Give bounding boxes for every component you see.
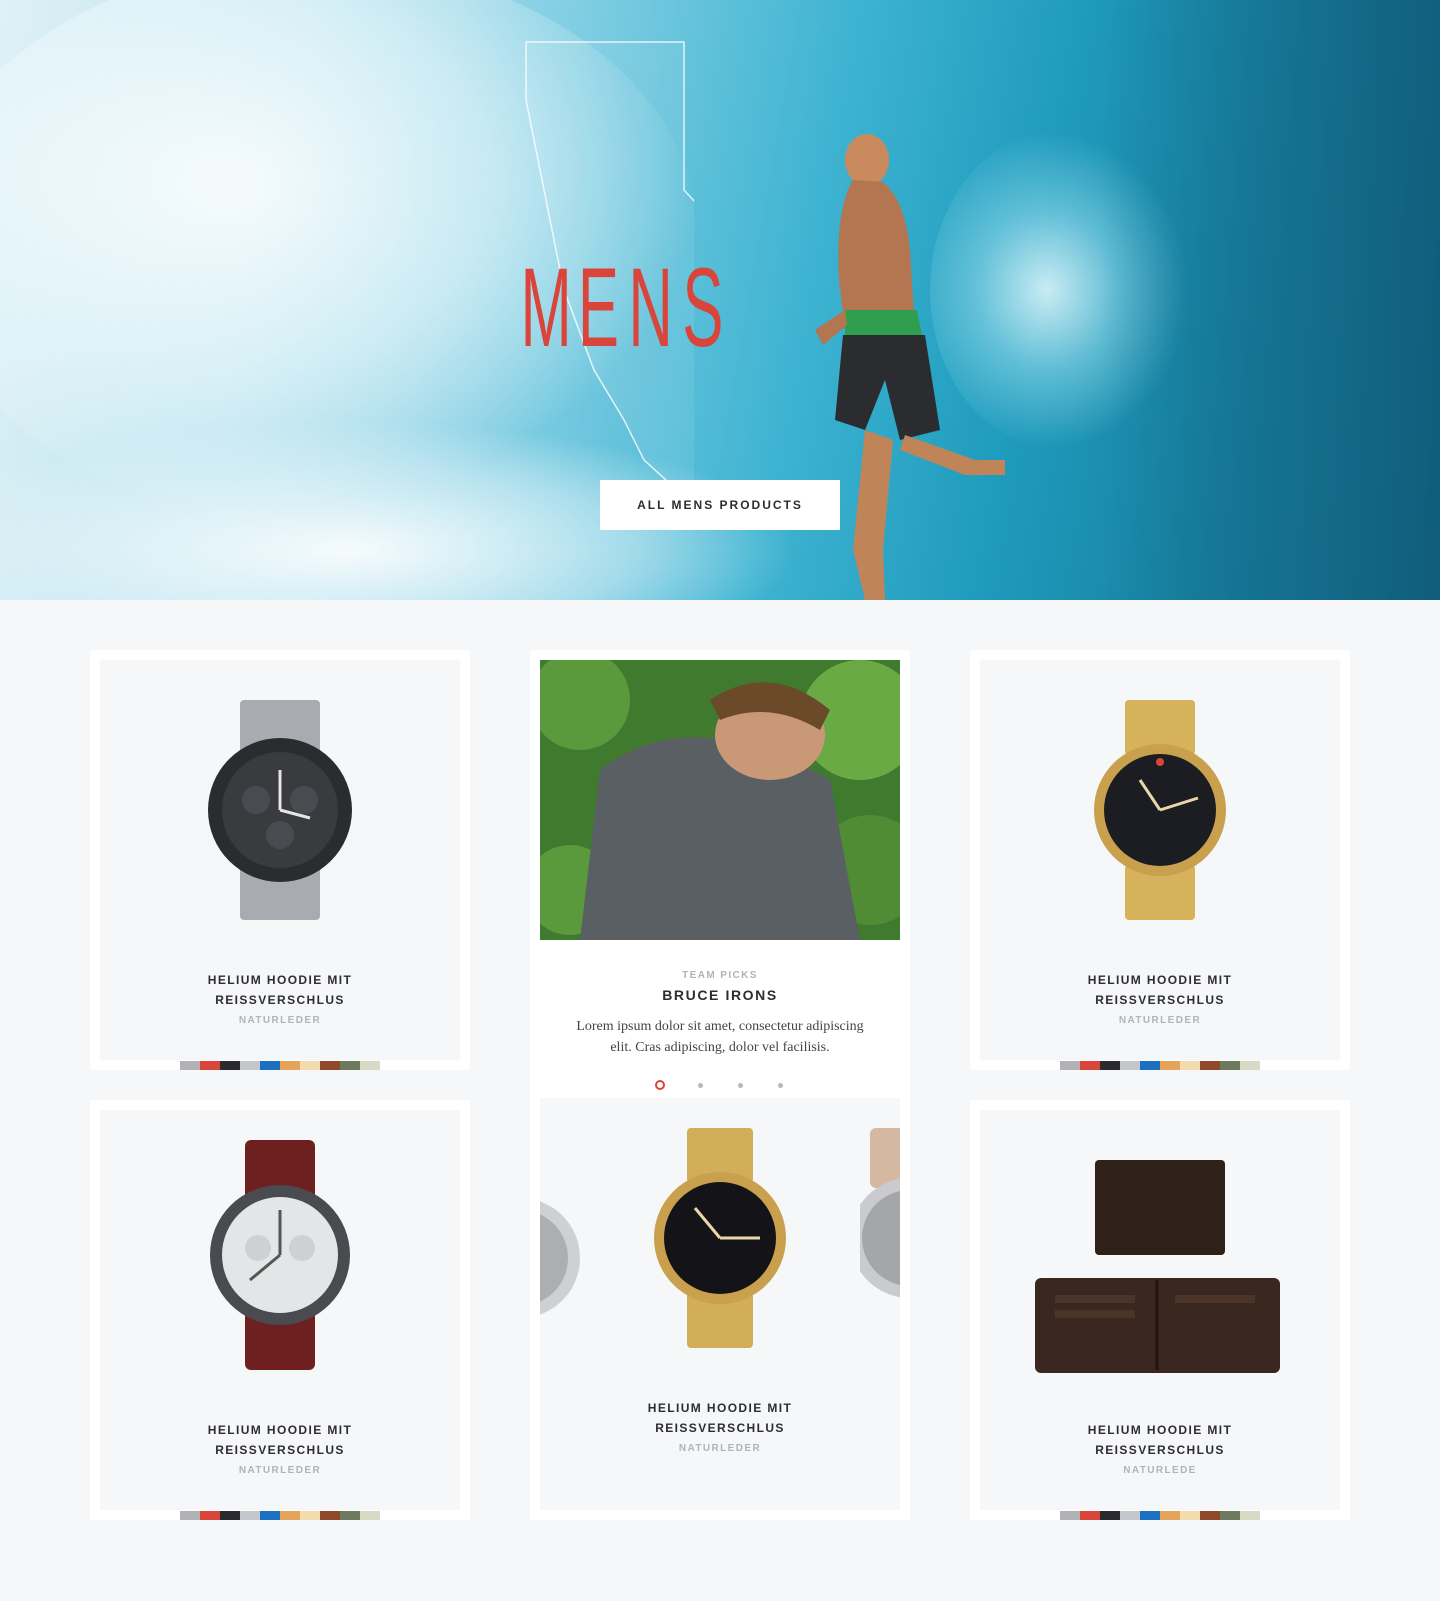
product-title-line: REISSVERSCHLUS [1095,993,1225,1007]
color-swatch[interactable] [320,1061,340,1070]
color-swatch[interactable] [1140,1511,1160,1520]
color-swatch[interactable] [260,1511,280,1520]
color-swatch[interactable] [1120,1511,1140,1520]
product-material: NATURLEDER [678,1443,762,1454]
product-card[interactable]: HELIUM HOODIE MIT REISSVERSCHLUS NATURLE… [90,650,470,1070]
color-swatches [1060,1511,1260,1520]
product-card[interactable]: HELIUM HOODIE MIT REISSVERSCHLUS NATURLE… [970,650,1350,1070]
color-swatch[interactable] [1060,1061,1080,1070]
color-swatch[interactable] [1200,1511,1220,1520]
gold-sentry-watch-image [654,1128,786,1348]
product-material: NATURLEDE [1123,1465,1197,1476]
color-swatch[interactable] [200,1061,220,1070]
color-swatch[interactable] [1100,1061,1120,1070]
product-title-line: HELIUM HOODIE MIT [207,1423,353,1437]
color-swatch[interactable] [1120,1061,1140,1070]
product-title: HELIUM HOODIE MIT REISSVERSCHLUS [980,970,1340,1010]
product-title-line: HELIUM HOODIE MIT [1087,973,1233,987]
color-swatches [180,1061,380,1070]
color-swatch[interactable] [260,1061,280,1070]
product-card[interactable]: HELIUM HOODIE MIT REISSVERSCHLUS NATURLE… [90,1100,470,1520]
product-title: HELIUM HOODIE MIT REISSVERSCHLUS [100,970,460,1010]
product-title: HELIUM HOODIE MIT REISSVERSCHLUS [100,1420,460,1460]
color-swatches [1060,1061,1260,1070]
athlete-description: Lorem ipsum dolor sit amet, consectetur … [576,1019,864,1055]
carousel-dot[interactable] [695,1080,705,1090]
wave-shade [1100,0,1440,600]
carousel-dots [530,1080,910,1090]
color-swatch[interactable] [280,1061,300,1070]
leather-wallet-image [1035,1160,1280,1373]
product-title-line: REISSVERSCHLUS [1095,1443,1225,1457]
color-swatch[interactable] [340,1061,360,1070]
color-swatch[interactable] [360,1061,380,1070]
team-picks-photo [540,660,900,940]
product-title-line: REISSVERSCHLUS [215,993,345,1007]
color-swatch[interactable] [1160,1061,1180,1070]
color-swatch[interactable] [1160,1511,1180,1520]
color-swatch[interactable] [340,1511,360,1520]
product-card-inner: HELIUM HOODIE MIT REISSVERSCHLUS NATURLE… [980,660,1340,1060]
carousel-dot-active[interactable] [655,1080,665,1090]
athlete-name: BRUCE IRONS [662,987,778,1003]
hero-title-letter: M [520,244,572,370]
carousel-dot[interactable] [735,1080,745,1090]
color-swatch[interactable] [220,1061,240,1070]
color-swatches [180,1511,380,1520]
color-swatch[interactable] [300,1061,320,1070]
product-title: HELIUM HOODIE MIT REISSVERSCHLUS [980,1420,1340,1460]
product-card-inner: HELIUM HOODIE MIT REISSVERSCHLUS NATURLE… [980,1110,1340,1510]
color-swatch[interactable] [180,1061,200,1070]
color-swatch[interactable] [320,1511,340,1520]
color-swatch[interactable] [300,1511,320,1520]
color-swatch[interactable] [1180,1061,1200,1070]
color-swatch[interactable] [180,1511,200,1520]
product-title-line: HELIUM HOODIE MIT [207,973,353,987]
product-card-inner: HELIUM HOODIE MIT REISSVERSCHLUS NATURLE… [100,1110,460,1510]
color-swatch[interactable] [280,1511,300,1520]
leather-strap-chronograph-watch-image [210,1140,350,1370]
carousel-prev-watch-image [540,1201,580,1315]
color-swatch[interactable] [1080,1511,1100,1520]
color-swatch[interactable] [220,1511,240,1520]
hero-title-letter: S [682,244,724,370]
product-title-line: REISSVERSCHLUS [655,1421,785,1435]
color-swatch[interactable] [1060,1511,1080,1520]
gold-black-dial-watch-image [1094,700,1226,920]
color-swatch[interactable] [1240,1061,1260,1070]
hero-title: M E N S [520,245,729,370]
color-swatch[interactable] [1140,1061,1160,1070]
hero-banner: M E N S ALL MENS PRODUCTS [0,0,1440,600]
color-swatch[interactable] [1100,1511,1120,1520]
product-material: NATURLEDER [1118,1015,1202,1026]
carousel-dot[interactable] [775,1080,785,1090]
carousel-panel: HELIUM HOODIE MIT REISSVERSCHLUS NATURLE… [540,1098,900,1510]
color-swatch[interactable] [1220,1511,1240,1520]
color-swatch[interactable] [1180,1511,1200,1520]
color-swatch[interactable] [240,1061,260,1070]
product-material: NATURLEDER [238,1015,322,1026]
color-swatch[interactable] [200,1511,220,1520]
color-swatch[interactable] [1200,1061,1220,1070]
color-swatch[interactable] [1080,1061,1100,1070]
steel-chronograph-watch-image [208,700,352,920]
product-title-line: REISSVERSCHLUS [215,1443,345,1457]
product-card[interactable]: HELIUM HOODIE MIT REISSVERSCHLUS NATURLE… [970,1100,1350,1520]
product-title-line: HELIUM HOODIE MIT [1087,1423,1233,1437]
carousel-next-watch-image [860,1128,900,1298]
hero-title-letter: E [577,244,619,370]
color-swatch[interactable] [240,1511,260,1520]
hero-title-letter: N [628,244,673,370]
color-swatch[interactable] [360,1511,380,1520]
product-title-line: HELIUM HOODIE MIT [647,1401,793,1415]
product-title: HELIUM HOODIE MIT REISSVERSCHLUS [540,1398,900,1438]
all-mens-products-button[interactable]: ALL MENS PRODUCTS [600,480,840,530]
product-material: NATURLEDER [238,1465,322,1476]
product-card-inner: HELIUM HOODIE MIT REISSVERSCHLUS NATURLE… [100,660,460,1060]
team-picks-card[interactable]: TEAM PICKS BRUCE IRONS Lorem ipsum dolor… [530,650,910,1520]
team-picks-label: TEAM PICKS [682,970,758,981]
athlete-photo-image [540,660,900,940]
color-swatch[interactable] [1240,1511,1260,1520]
color-swatch[interactable] [1220,1061,1240,1070]
